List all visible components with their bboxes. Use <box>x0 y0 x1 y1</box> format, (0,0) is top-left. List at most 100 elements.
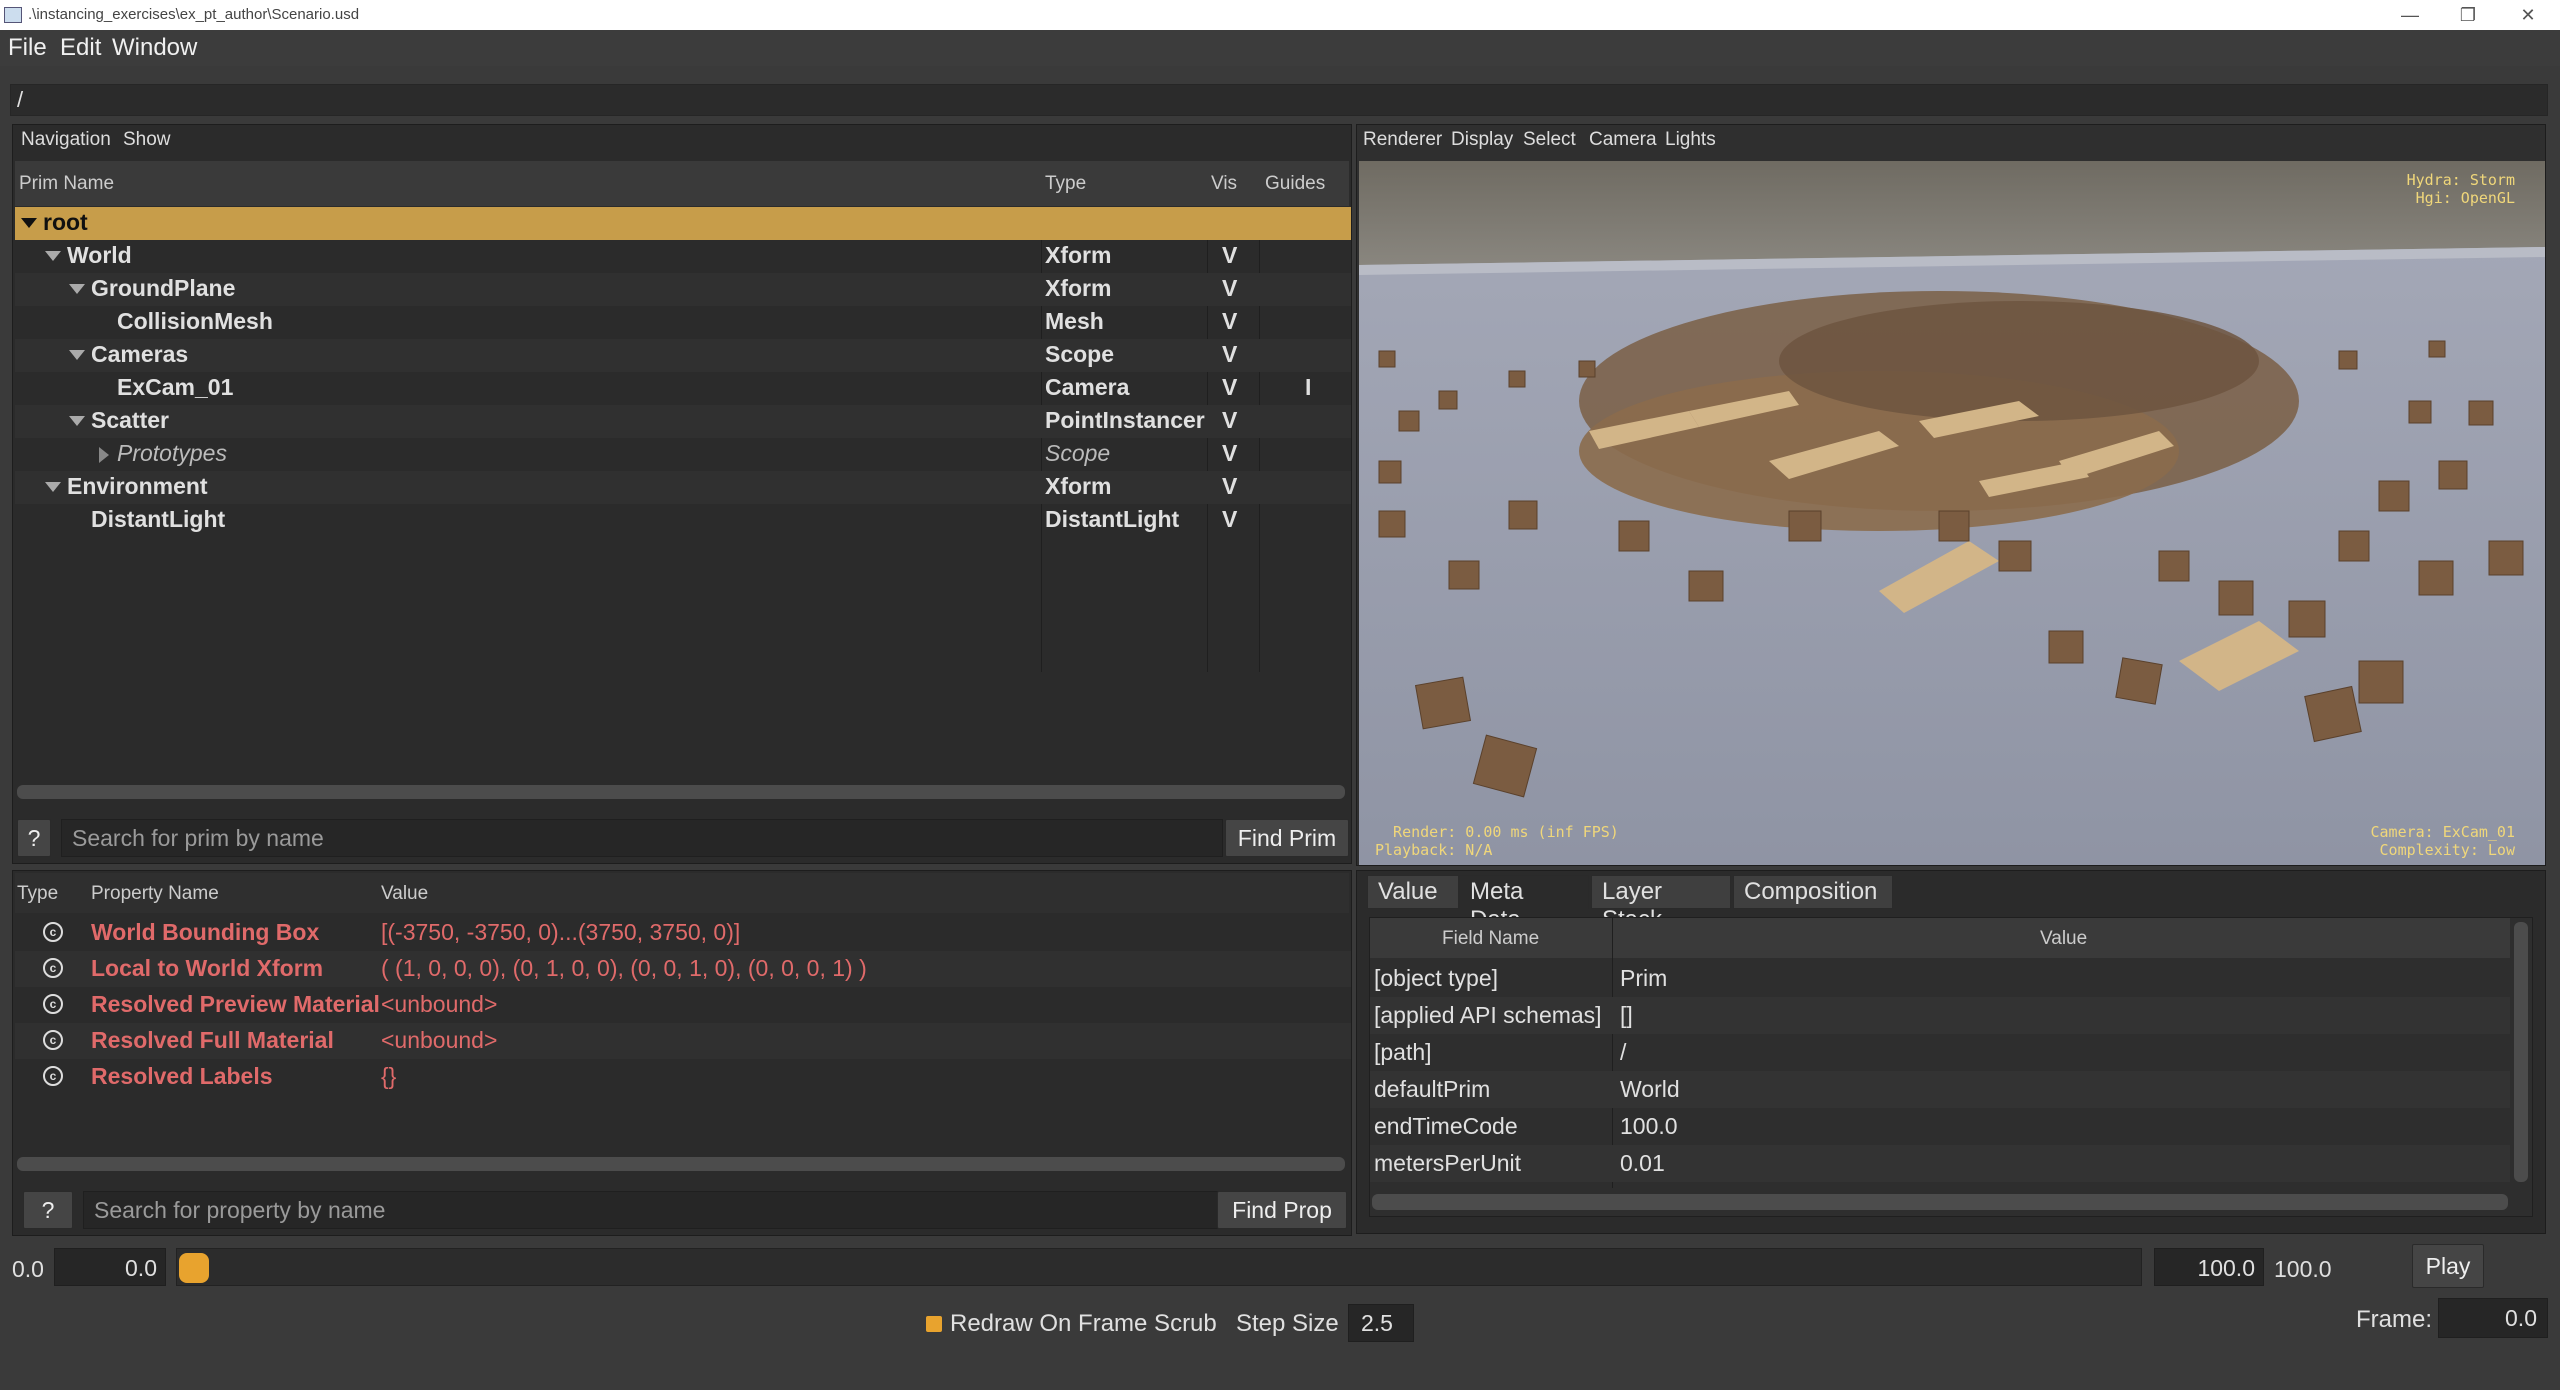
col-prop-name[interactable]: Property Name <box>91 883 219 905</box>
col-meta-value[interactable]: Value <box>2040 928 2087 950</box>
redraw-checkbox[interactable] <box>926 1316 942 1332</box>
expand-arrow-icon[interactable] <box>69 416 85 426</box>
col-guides[interactable]: Guides <box>1265 173 1325 195</box>
menu-camera[interactable]: Camera <box>1589 129 1657 151</box>
metadata-row[interactable]: metersPerUnit 0.01 <box>1370 1145 2510 1182</box>
col-type[interactable]: Type <box>1045 173 1086 195</box>
tree-row-cameras[interactable]: Cameras Scope V <box>15 339 1351 372</box>
col-prop-value[interactable]: Value <box>381 883 428 905</box>
scene-render <box>1359 161 2545 865</box>
prim-tree-header: Prim Name Type Vis Guides <box>15 161 1349 206</box>
window-titlebar: .\instancing_exercises\ex_pt_author\Scen… <box>0 0 2560 30</box>
expand-arrow-icon[interactable] <box>69 284 85 294</box>
expand-arrow-icon[interactable] <box>45 251 61 261</box>
prim-tree: root World Xform V GroundPlane Xform V C… <box>15 207 1351 687</box>
hud-renderer-info: Hydra: Storm Hgi: OpenGL <box>2406 171 2515 207</box>
property-search-help-button[interactable]: ? <box>23 1191 73 1229</box>
tree-row-collisionmesh[interactable]: CollisionMesh Mesh V <box>15 306 1351 339</box>
frame-slider-handle[interactable] <box>179 1253 209 1283</box>
tree-row-distantlight[interactable]: DistantLight DistantLight V <box>15 504 1351 537</box>
metadata-row[interactable]: [applied API schemas] [] <box>1370 997 2510 1034</box>
menu-edit[interactable]: Edit <box>60 34 101 62</box>
inspector-tabs: Value Meta Data Layer Stack Composition <box>1367 875 2537 933</box>
metadata-row[interactable]: [path] / <box>1370 1034 2510 1071</box>
step-size-label: Step Size <box>1236 1310 1339 1337</box>
computed-property-icon: c <box>43 958 63 978</box>
play-button[interactable]: Play <box>2412 1244 2484 1288</box>
restore-icon[interactable]: ❐ <box>2448 2 2488 28</box>
timeline-bar: 0.0 0.0 100.0 100.0 Play Redraw On Frame… <box>0 1240 2560 1390</box>
tree-row-groundplane[interactable]: GroundPlane Xform V <box>15 273 1351 306</box>
property-table-header: Type Property Name Value <box>15 873 1349 913</box>
tree-row-prototypes[interactable]: Prototypes Scope V <box>15 438 1351 471</box>
hud-camera-info: Camera: ExCam_01 Complexity: Low <box>2370 823 2515 859</box>
tree-row-excam01[interactable]: ExCam_01 Camera V I <box>15 372 1351 405</box>
frame-slider-track[interactable] <box>176 1248 2142 1286</box>
tree-horizontal-scrollbar[interactable] <box>17 785 1345 799</box>
computed-property-icon: c <box>43 1030 63 1050</box>
col-prop-type[interactable]: Type <box>17 883 58 905</box>
tree-row-root[interactable]: root <box>15 207 1351 240</box>
menu-navigation[interactable]: Navigation <box>21 129 111 151</box>
computed-property-icon: c <box>43 922 63 942</box>
inspector-panel: Value Meta Data Layer Stack Composition … <box>1356 870 2546 1234</box>
menu-window[interactable]: Window <box>112 34 197 62</box>
col-field-name[interactable]: Field Name <box>1442 928 1539 950</box>
computed-property-icon: c <box>43 1066 63 1086</box>
metadata-vertical-scrollbar[interactable] <box>2514 922 2528 1182</box>
metadata-row[interactable]: [object type] Prim <box>1370 960 2510 997</box>
viewport-panel: Renderer Display Select Camera Lights Hy… <box>1356 124 2546 866</box>
menu-show[interactable]: Show <box>123 129 171 151</box>
end-frame-field[interactable]: 100.0 <box>2154 1248 2264 1286</box>
property-row[interactable]: c Resolved Labels {} <box>15 1059 1351 1095</box>
tab-layer-stack[interactable]: Layer Stack <box>1591 875 1731 933</box>
current-frame-field[interactable]: 0.0 <box>2438 1298 2548 1338</box>
menu-select[interactable]: Select <box>1523 129 1576 151</box>
menu-file[interactable]: File <box>8 34 47 62</box>
frame-label: Frame: <box>2356 1306 2433 1333</box>
start-frame-label: 0.0 <box>12 1256 44 1282</box>
start-frame-field[interactable]: 0.0 <box>54 1248 166 1286</box>
window-title: .\instancing_exercises\ex_pt_author\Scen… <box>28 6 360 23</box>
expand-arrow-icon[interactable] <box>21 218 37 228</box>
hud-render-stats: Render: 0.00 ms (inf FPS) Playback: N/A <box>1375 823 1619 859</box>
expand-arrow-icon[interactable] <box>45 482 61 492</box>
redraw-label: Redraw On Frame Scrub <box>950 1310 1217 1337</box>
minimize-icon[interactable]: — <box>2390 2 2430 28</box>
property-row[interactable]: c Local to World Xform ( (1, 0, 0, 0), (… <box>15 951 1351 987</box>
3d-viewport[interactable]: Hydra: Storm Hgi: OpenGL Render: 0.00 ms… <box>1359 161 2545 865</box>
step-size-field[interactable]: 2.5 <box>1348 1304 1414 1342</box>
find-prim-button[interactable]: Find Prim <box>1225 819 1349 857</box>
property-search-input[interactable]: Search for property by name <box>83 1191 1219 1229</box>
close-icon[interactable]: ✕ <box>2508 2 2548 28</box>
metadata-table: Field Name Value [object type] Prim [app… <box>1369 917 2533 1217</box>
metadata-row[interactable]: endTimeCode 100.0 <box>1370 1108 2510 1145</box>
expand-arrow-icon[interactable] <box>69 350 85 360</box>
property-horizontal-scrollbar[interactable] <box>17 1157 1345 1171</box>
property-row[interactable]: c Resolved Full Material <unbound> <box>15 1023 1351 1059</box>
menu-lights[interactable]: Lights <box>1665 129 1716 151</box>
tree-row-world[interactable]: World Xform V <box>15 240 1351 273</box>
tree-row-scatter[interactable]: Scatter PointInstancer V <box>15 405 1351 438</box>
tab-meta-data[interactable]: Meta Data <box>1459 875 1589 933</box>
col-vis[interactable]: Vis <box>1211 173 1237 195</box>
prim-path-field[interactable]: / <box>10 84 2548 116</box>
prim-search-help-button[interactable]: ? <box>17 819 51 857</box>
property-row[interactable]: c World Bounding Box [(-3750, -3750, 0).… <box>15 915 1351 951</box>
metadata-row[interactable]: defaultPrim World <box>1370 1071 2510 1108</box>
property-row[interactable]: c Resolved Preview Material <unbound> <box>15 987 1351 1023</box>
app-icon <box>4 7 22 23</box>
menu-display[interactable]: Display <box>1451 129 1513 151</box>
tab-composition[interactable]: Composition <box>1733 875 1893 909</box>
property-panel: Type Property Name Value c World Boundin… <box>12 870 1352 1236</box>
tree-row-environment[interactable]: Environment Xform V <box>15 471 1351 504</box>
metadata-horizontal-scrollbar[interactable] <box>1372 1194 2508 1210</box>
collapsed-arrow-icon[interactable] <box>99 447 109 463</box>
find-prop-button[interactable]: Find Prop <box>1217 1191 1347 1229</box>
menu-renderer[interactable]: Renderer <box>1363 129 1442 151</box>
computed-property-icon: c <box>43 994 63 1014</box>
prim-search-input[interactable]: Search for prim by name <box>61 819 1223 857</box>
tab-value[interactable]: Value <box>1367 875 1459 909</box>
end-frame-label: 100.0 <box>2274 1256 2332 1282</box>
col-prim-name[interactable]: Prim Name <box>19 173 114 195</box>
